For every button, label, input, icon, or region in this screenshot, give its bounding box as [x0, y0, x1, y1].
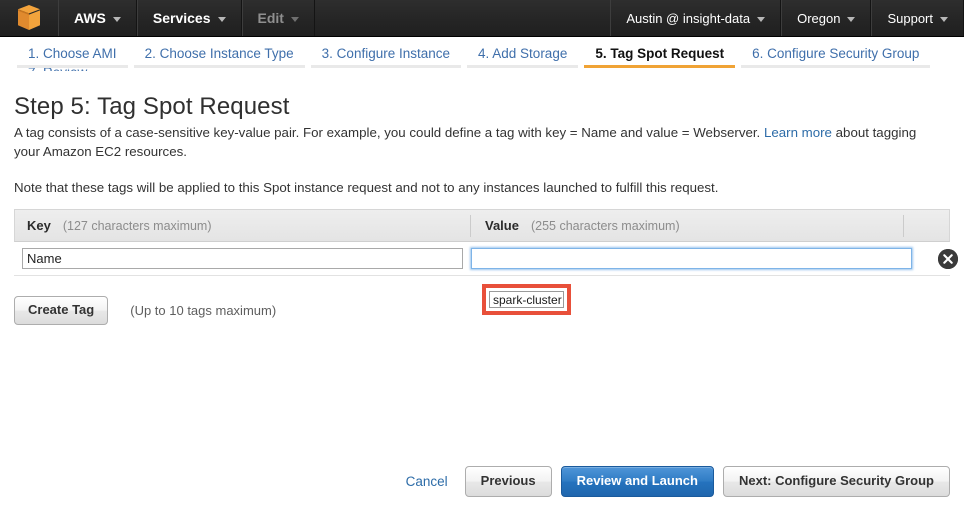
cancel-link[interactable]: Cancel	[406, 474, 448, 489]
tab-add-storage-label: 4. Add Storage	[478, 46, 568, 61]
nav-item-support-label: Support	[887, 10, 933, 26]
page-title: Step 5: Tag Spot Request	[14, 93, 290, 120]
create-tag-button[interactable]: Create Tag	[14, 296, 109, 325]
spark-cluster-chip-label: spark-cluster	[493, 292, 562, 307]
aws-logo-button[interactable]	[0, 0, 58, 36]
chevron-down-icon	[847, 16, 856, 22]
tags-table-action-column-header	[903, 214, 949, 237]
close-circle-icon	[938, 249, 958, 269]
create-tag-hint: (Up to 10 tags maximum)	[130, 303, 277, 318]
tag-value-cell	[463, 248, 912, 269]
nav-item-region[interactable]: Oregon	[781, 0, 872, 36]
tab-underline	[17, 65, 128, 68]
aws-cube-icon	[18, 5, 40, 30]
chevron-down-icon	[217, 16, 226, 22]
chevron-down-icon	[757, 16, 766, 22]
tab-underline	[741, 65, 931, 68]
tab-underline	[467, 65, 579, 68]
nav-item-aws-label: AWS	[74, 10, 106, 26]
page-content: Step 5: Tag Spot Request A tag consists …	[0, 83, 964, 197]
page-description: A tag consists of a case-sensitive key-v…	[14, 123, 944, 161]
table-row: spark-cluster	[14, 242, 958, 315]
spark-cluster-value-chip[interactable]: spark-cluster	[489, 291, 564, 308]
next-configure-security-group-button[interactable]: Next: Configure Security Group	[722, 465, 950, 497]
key-header-label: Key	[27, 218, 51, 233]
tags-table-header: Key (127 characters maximum) Value (255 …	[14, 209, 950, 242]
tab-underline	[133, 65, 305, 68]
tab-configure-instance[interactable]: 3. Configure Instance	[308, 37, 464, 68]
nav-item-services-label: Services	[152, 10, 211, 26]
tab-choose-instance-type[interactable]: 2. Choose Instance Type	[131, 37, 308, 68]
tab-choose-ami-label: 1. Choose AMI	[28, 46, 117, 61]
tag-key-input[interactable]	[22, 248, 463, 269]
key-header-hint: (127 characters maximum)	[62, 218, 212, 233]
tag-value-input[interactable]	[471, 248, 912, 269]
chevron-down-icon	[112, 16, 121, 22]
tab-underline	[310, 65, 462, 68]
nav-item-account[interactable]: Austin @ insight-data	[610, 0, 782, 36]
chevron-down-icon	[940, 16, 948, 22]
tab-tag-spot-request[interactable]: 5. Tag Spot Request	[581, 37, 738, 68]
chevron-down-icon	[290, 16, 299, 22]
tab-configure-instance-label: 3. Configure Instance	[321, 46, 451, 61]
navbar-left-group: AWS Services Edit	[0, 0, 315, 36]
nav-item-support[interactable]: Support	[871, 0, 964, 36]
tab-choose-instance-type-label: 2. Choose Instance Type	[144, 46, 294, 61]
learn-more-link[interactable]: Learn more	[764, 125, 832, 140]
top-navigation-bar: AWS Services Edit Austin @ insight-data …	[0, 0, 964, 37]
tab-configure-security-group-label: 6. Configure Security Group	[752, 46, 920, 61]
nav-item-services[interactable]: Services	[136, 0, 242, 36]
create-tag-row: Create Tag (Up to 10 tags maximum)	[14, 296, 276, 325]
tags-table: Key (127 characters maximum) Value (255 …	[14, 209, 958, 315]
page-description-part1: A tag consists of a case-sensitive key-v…	[14, 125, 764, 140]
previous-button[interactable]: Previous	[464, 465, 552, 497]
nav-item-region-label: Oregon	[797, 10, 841, 26]
aws-ec2-launch-wizard-page: AWS Services Edit Austin @ insight-data …	[0, 0, 964, 510]
tab-configure-security-group[interactable]: 6. Configure Security Group	[738, 37, 933, 68]
wizard-tabs-row-1: 1. Choose AMI 2. Choose Instance Type 3.…	[0, 37, 964, 68]
navbar-right-group: Austin @ insight-data Oregon Support	[610, 0, 964, 36]
nav-item-edit-label: Edit	[257, 10, 284, 26]
value-header-hint: (255 characters maximum)	[530, 218, 680, 233]
tags-table-key-column-header: Key (127 characters maximum)	[15, 218, 470, 233]
tab-underline-active	[584, 65, 736, 68]
tab-choose-ami[interactable]: 1. Choose AMI	[14, 37, 131, 68]
wizard-footer: Cancel Previous Review and Launch Next: …	[0, 452, 964, 510]
tab-tag-spot-request-label: 5. Tag Spot Request	[595, 46, 725, 61]
remove-tag-button[interactable]	[938, 249, 958, 269]
page-note: Note that these tags will be applied to …	[14, 180, 719, 195]
tab-add-storage[interactable]: 4. Add Storage	[464, 37, 581, 68]
nav-item-edit[interactable]: Edit	[241, 0, 315, 36]
review-and-launch-button[interactable]: Review and Launch	[560, 465, 714, 497]
nav-item-aws[interactable]: AWS	[58, 0, 137, 36]
tags-table-value-column-header: Value (255 characters maximum)	[470, 214, 903, 237]
nav-item-account-label: Austin @ insight-data	[626, 10, 751, 26]
value-header-label: Value	[485, 218, 519, 233]
wizard-step-tabs: 1. Choose AMI 2. Choose Instance Type 3.…	[0, 37, 964, 83]
